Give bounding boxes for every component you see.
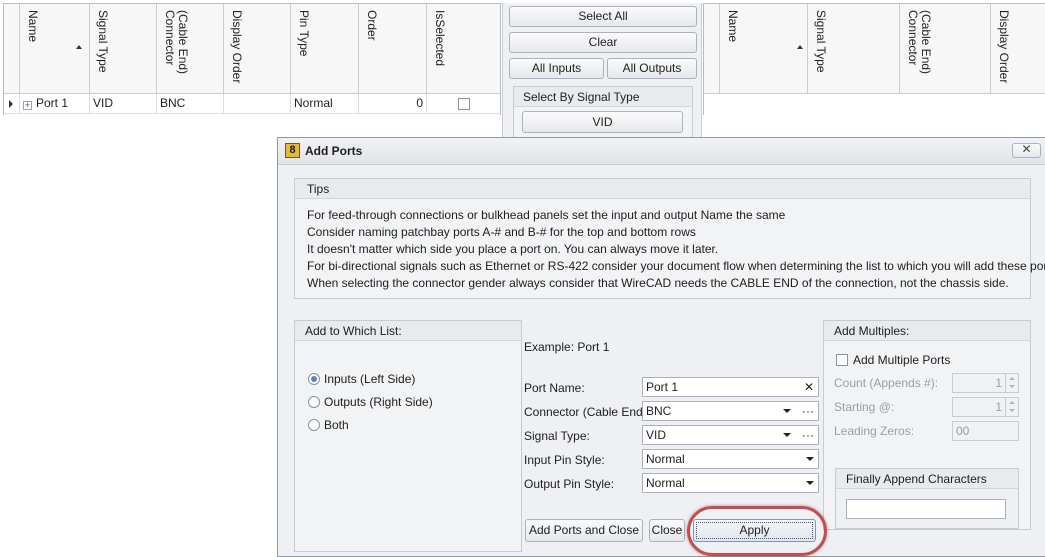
output-pin-style-label: Output Pin Style: <box>524 477 615 491</box>
leading-zeros-label: Leading Zeros: <box>834 424 915 438</box>
starting-spinner[interactable]: 1 <box>952 397 1019 417</box>
column-header-signal-type[interactable]: Signal Type <box>808 4 900 94</box>
column-header-order[interactable]: Order <box>359 4 427 94</box>
column-header-isselected[interactable]: IsSelected <box>427 4 500 94</box>
chevron-down-icon[interactable] <box>806 457 814 461</box>
tip-line: For bi-directional signals such as Ether… <box>307 259 1045 273</box>
apply-highlight-ring <box>687 506 827 556</box>
table-cell-order[interactable]: 0 <box>359 94 427 114</box>
isselected-checkbox[interactable] <box>458 98 470 110</box>
input-pin-style-select[interactable]: Normal <box>642 449 819 469</box>
dialog-title: Add Ports <box>305 144 363 158</box>
add-ports-dialog: 8 Add Ports ✕ Tips For feed-through conn… <box>277 137 1045 557</box>
chevron-down-icon[interactable] <box>806 481 814 485</box>
outputs-grid: Name Signal Type (Cable End) Connector D… <box>703 3 1045 115</box>
inputs-radio[interactable] <box>308 373 320 385</box>
signal-type-combobox[interactable]: VID ··· <box>642 425 819 445</box>
grid-indicator-header <box>704 4 720 94</box>
starting-label: Starting @: <box>834 400 895 414</box>
signal-type-vid-button[interactable]: VID <box>522 111 683 133</box>
all-outputs-button[interactable]: All Outputs <box>607 58 697 79</box>
add-to-list-group: Add to Which List: Inputs (Left Side) Ou… <box>294 320 522 552</box>
table-cell-connector[interactable]: BNC <box>157 94 224 114</box>
clear-x-icon[interactable]: ✕ <box>804 378 814 396</box>
both-radio[interactable] <box>308 419 320 431</box>
output-pin-style-select[interactable]: Normal <box>642 473 819 493</box>
column-header-pin-type[interactable]: Pin Type <box>291 4 359 94</box>
add-ports-and-close-button[interactable]: Add Ports and Close <box>525 519 643 542</box>
example-text: Example: Port 1 <box>524 340 610 354</box>
table-cell-pin-type[interactable]: Normal <box>291 94 359 114</box>
close-icon: ✕ <box>1021 142 1032 156</box>
spinner-arrows-icon[interactable] <box>1005 374 1018 392</box>
row-indicator[interactable] <box>4 94 20 114</box>
port-name-input[interactable]: Port 1 ✕ <box>642 377 819 397</box>
sort-ascending-icon <box>797 45 803 49</box>
column-header-name[interactable]: Name <box>20 4 90 94</box>
dialog-titlebar[interactable]: 8 Add Ports ✕ <box>278 138 1045 165</box>
column-header-connector[interactable]: (Cable End) Connector <box>157 4 224 94</box>
count-spinner[interactable]: 1 <box>952 373 1019 393</box>
ellipsis-icon[interactable]: ··· <box>802 402 814 420</box>
sort-ascending-icon <box>76 45 82 49</box>
all-inputs-button[interactable]: All Inputs <box>509 58 604 79</box>
tips-title: Tips <box>295 179 1030 199</box>
count-label: Count (Appends #): <box>834 376 939 390</box>
tips-group: Tips For feed-through connections or bul… <box>294 178 1045 299</box>
table-cell-signal-type[interactable]: VID <box>90 94 157 114</box>
inputs-radio-label[interactable]: Inputs (Left Side) <box>324 372 415 386</box>
tip-line: For feed-through connections or bulkhead… <box>307 208 786 222</box>
tip-line: When selecting the connector gender alwa… <box>307 276 1009 290</box>
add-multiples-group: Add Multiples: Add Multiple Ports Count … <box>823 320 1031 530</box>
column-header-display-order[interactable]: Display Order <box>991 4 1045 94</box>
tip-line: Consider naming patchbay ports A-# and B… <box>307 225 696 239</box>
table-cell-isselected[interactable] <box>427 94 500 114</box>
select-all-button[interactable]: Select All <box>509 6 697 27</box>
spinner-arrows-icon[interactable] <box>1005 398 1018 416</box>
port-name-label: Port Name: <box>524 381 585 395</box>
ellipsis-icon[interactable]: ··· <box>802 426 814 444</box>
clear-button[interactable]: Clear <box>509 32 697 53</box>
add-multiples-title: Add Multiples: <box>824 321 1030 341</box>
close-window-button[interactable]: ✕ <box>1012 142 1041 158</box>
row-pointer-icon <box>9 100 13 108</box>
tip-line: It doesn't matter which side you place a… <box>307 242 719 256</box>
inputs-grid: Name Signal Type (Cable End) Connector D… <box>3 3 501 115</box>
grid-indicator-header <box>4 4 20 94</box>
expand-plus-icon[interactable]: + <box>23 101 32 110</box>
table-cell-display-order[interactable] <box>224 94 291 114</box>
connector-label: Connector (Cable End): <box>524 405 651 419</box>
leading-zeros-input[interactable]: 00 <box>952 421 1019 441</box>
add-multiple-ports-checkbox[interactable] <box>836 354 848 366</box>
append-characters-group: Finally Append Characters <box>835 468 1019 529</box>
column-header-display-order[interactable]: Display Order <box>224 4 291 94</box>
connector-combobox[interactable]: BNC ··· <box>642 401 819 421</box>
add-to-list-title: Add to Which List: <box>295 321 521 341</box>
input-pin-style-label: Input Pin Style: <box>524 453 605 467</box>
app-icon: 8 <box>285 143 300 158</box>
table-row-name[interactable]: + Port 1 <box>20 94 90 114</box>
column-header-name[interactable]: Name <box>720 4 808 94</box>
column-header-signal-type[interactable]: Signal Type <box>90 4 157 94</box>
chevron-down-icon[interactable] <box>783 433 791 437</box>
both-radio-label[interactable]: Both <box>324 418 349 432</box>
outputs-radio-label[interactable]: Outputs (Right Side) <box>324 395 433 409</box>
outputs-radio[interactable] <box>308 396 320 408</box>
chevron-down-icon[interactable] <box>783 409 791 413</box>
append-characters-input[interactable] <box>846 499 1006 519</box>
close-button[interactable]: Close <box>649 519 685 542</box>
signal-type-label: Signal Type: <box>524 429 590 443</box>
append-characters-title: Finally Append Characters <box>836 469 1018 489</box>
add-multiple-ports-label[interactable]: Add Multiple Ports <box>853 353 950 367</box>
select-by-signal-type-title: Select By Signal Type <box>514 87 692 107</box>
column-header-connector[interactable]: (Cable End) Connector <box>900 4 991 94</box>
